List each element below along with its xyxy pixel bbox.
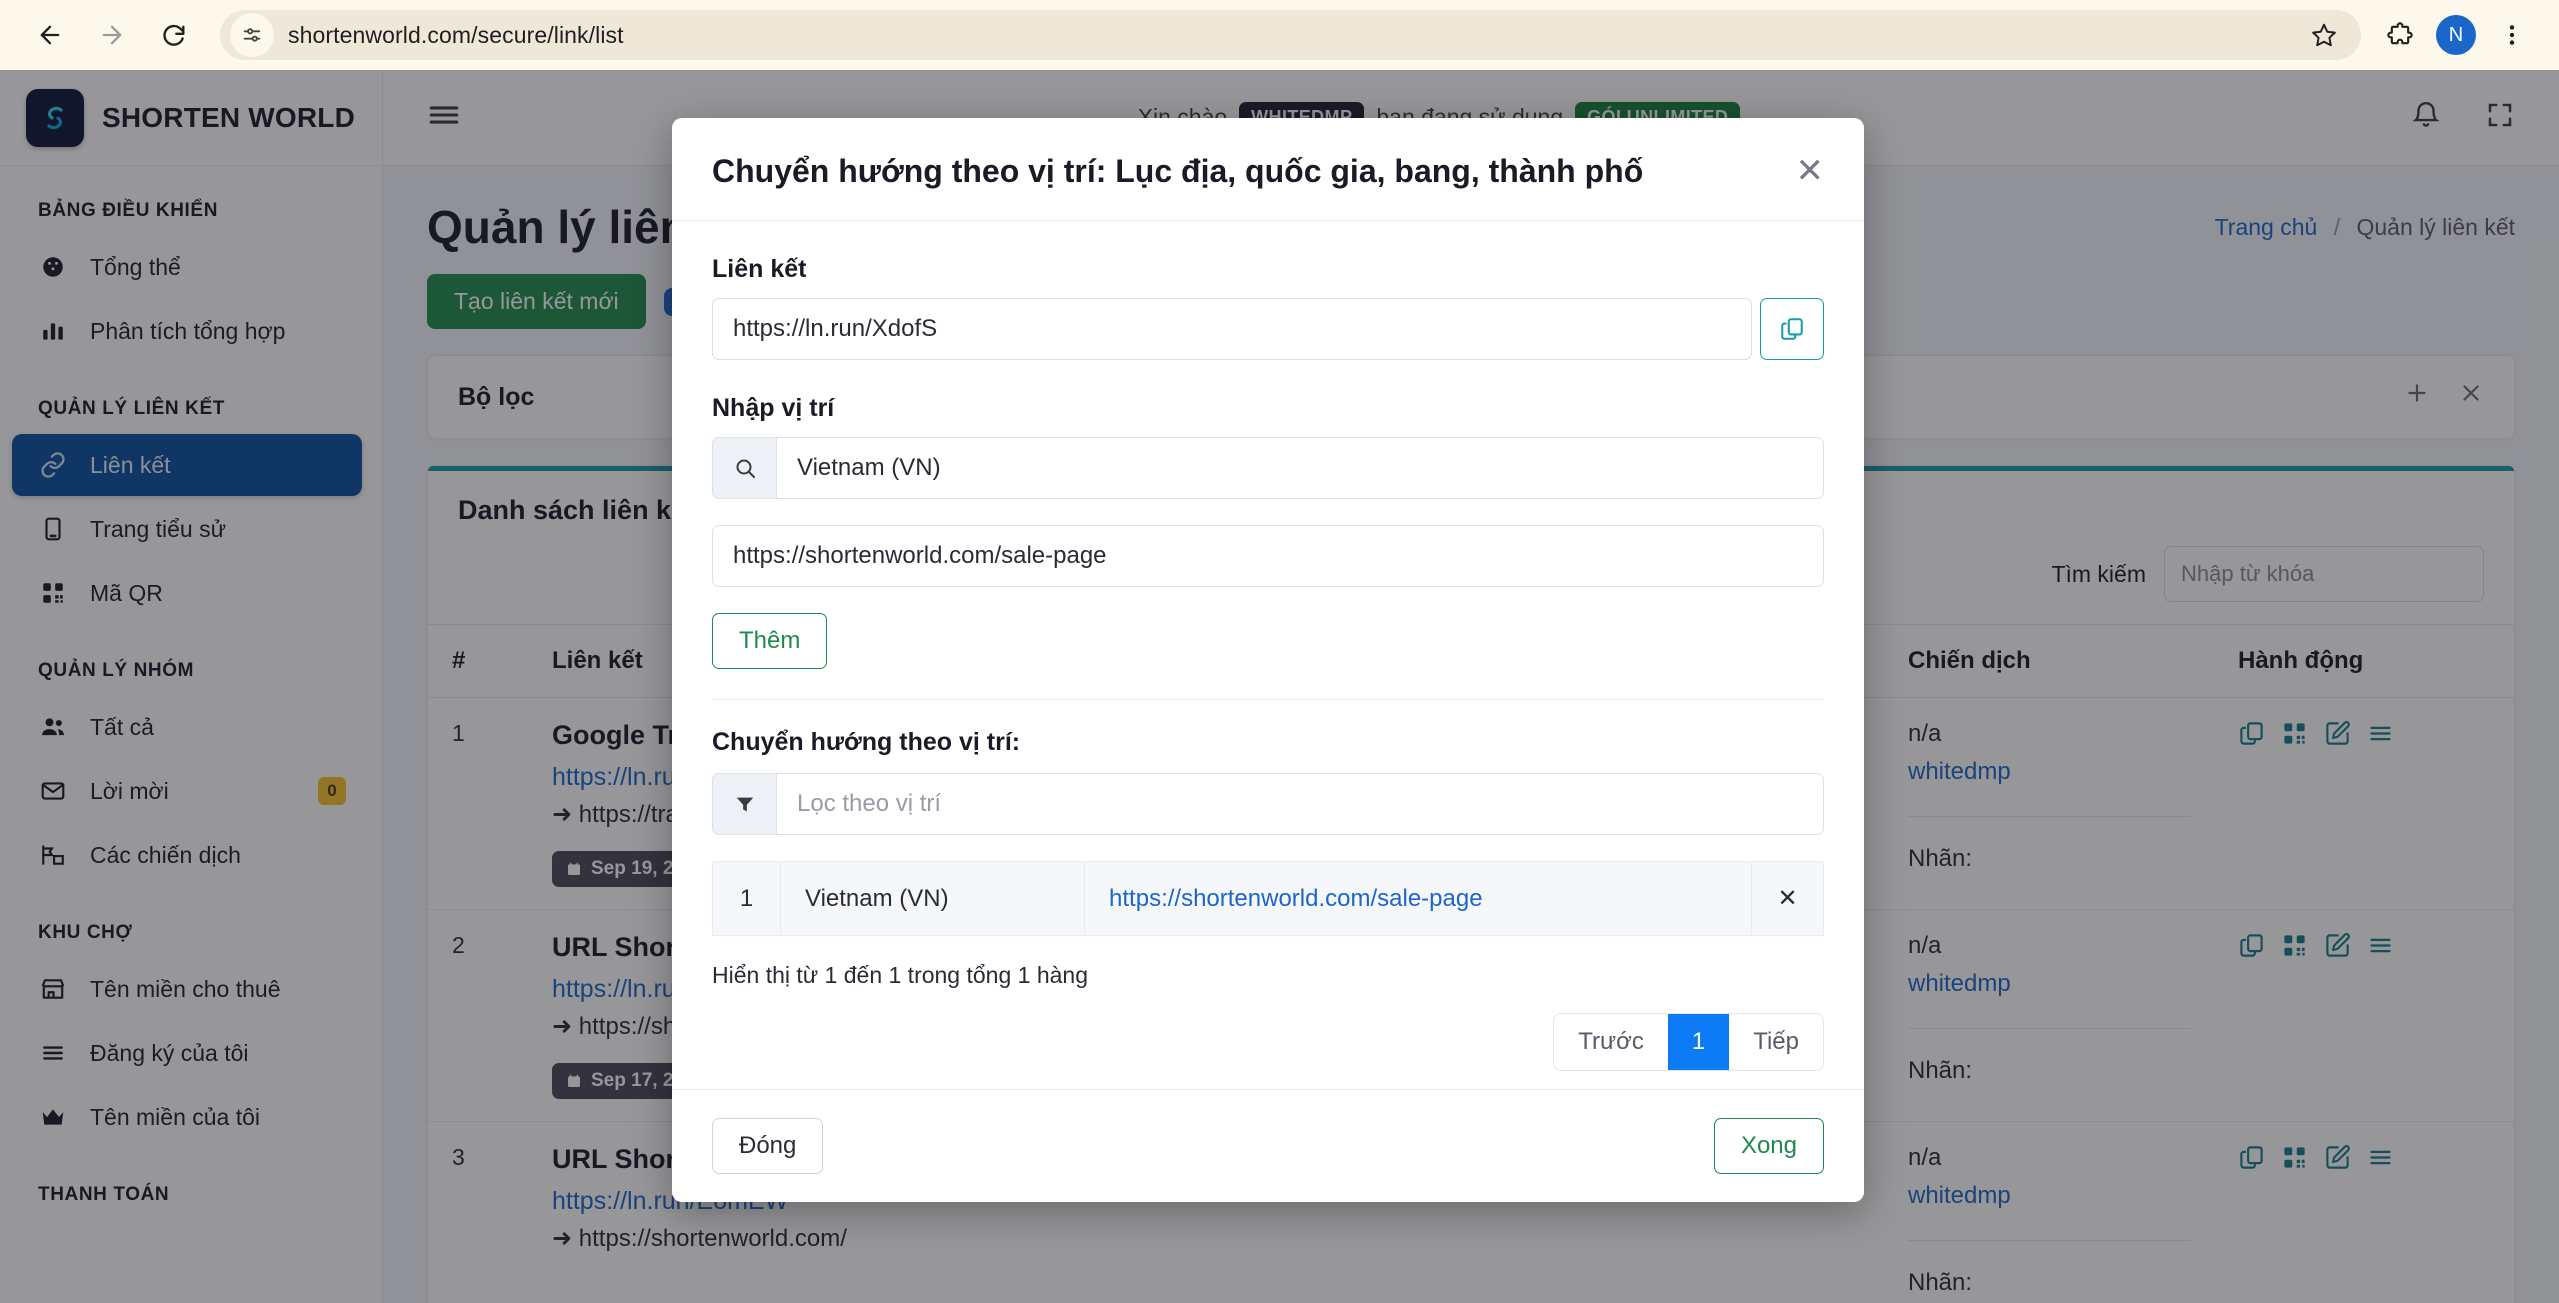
row-url-link[interactable]: https://shortenworld.com/sale-page — [1109, 885, 1483, 912]
address-bar-url: shortenworld.com/secure/link/list — [288, 21, 624, 48]
table-row: 1 Vietnam (VN) https://shortenworld.com/… — [712, 861, 1824, 937]
pagination: Trước 1 Tiếp — [712, 1013, 1824, 1072]
locations-table: 1 Vietnam (VN) https://shortenworld.com/… — [712, 861, 1824, 937]
add-button[interactable]: Thêm — [712, 613, 828, 670]
browser-toolbar: shortenworld.com/secure/link/list N — [0, 0, 2559, 70]
search-icon — [713, 438, 777, 499]
close-icon[interactable]: ✕ — [1796, 154, 1825, 188]
forward-arrow-icon — [98, 21, 126, 49]
star-icon[interactable] — [2299, 10, 2349, 60]
row-index: 1 — [712, 861, 781, 937]
row-url: https://shortenworld.com/sale-page — [1084, 861, 1752, 937]
modal-footer: Đóng Xong — [672, 1089, 1864, 1202]
row-location: Vietnam (VN) — [779, 861, 1086, 937]
profile-button[interactable]: N — [2431, 10, 2481, 60]
modal-title: Chuyển hướng theo vị trí: Lục địa, quốc … — [712, 153, 1644, 189]
delete-x-icon[interactable]: ✕ — [1751, 861, 1824, 937]
pagination-prev[interactable]: Trước — [1554, 1014, 1668, 1071]
location-field-label: Nhập vị trí — [712, 394, 835, 423]
target-url-input[interactable]: https://shortenworld.com/sale-page — [712, 525, 1824, 588]
avatar: N — [2436, 15, 2476, 55]
redirect-section-label: Chuyển hướng theo vị trí: — [712, 728, 1021, 757]
kebab-menu-icon[interactable] — [2487, 10, 2537, 60]
link-field-label: Liên kết — [712, 255, 807, 284]
location-filter-input[interactable]: Lọc theo vị trí — [777, 774, 1823, 835]
link-input-group: https://ln.run/XdofS — [712, 298, 1824, 361]
modal-header: Chuyển hướng theo vị trí: Lục địa, quốc … — [672, 118, 1864, 222]
extensions-icon[interactable] — [2375, 10, 2425, 60]
location-filter-group: Lọc theo vị trí — [712, 773, 1824, 836]
address-bar[interactable]: shortenworld.com/secure/link/list — [220, 10, 2361, 60]
pagination-page-1[interactable]: 1 — [1667, 1014, 1730, 1071]
back-button[interactable] — [22, 7, 78, 63]
filter-icon — [713, 774, 777, 835]
back-arrow-icon — [36, 21, 64, 49]
copy-icon[interactable] — [1760, 298, 1824, 361]
site-settings-icon[interactable] — [230, 13, 274, 57]
location-input-group: Vietnam (VN) — [712, 437, 1824, 500]
divider — [712, 699, 1824, 701]
reload-icon — [160, 21, 188, 49]
reload-button[interactable] — [146, 7, 202, 63]
link-input[interactable]: https://ln.run/XdofS — [712, 298, 1752, 361]
table-info-text: Hiển thị từ 1 đến 1 trong tổng 1 hàng — [712, 962, 1088, 989]
forward-button[interactable] — [84, 7, 140, 63]
location-redirect-modal: Chuyển hướng theo vị trí: Lục địa, quốc … — [672, 118, 1864, 1203]
close-button[interactable]: Đóng — [712, 1118, 824, 1175]
modal-body: Liên kết https://ln.run/XdofS Nhập vị tr… — [672, 221, 1864, 1089]
pagination-next[interactable]: Tiếp — [1729, 1014, 1823, 1071]
done-button[interactable]: Xong — [1713, 1118, 1824, 1175]
location-search-input[interactable]: Vietnam (VN) — [777, 438, 1823, 499]
